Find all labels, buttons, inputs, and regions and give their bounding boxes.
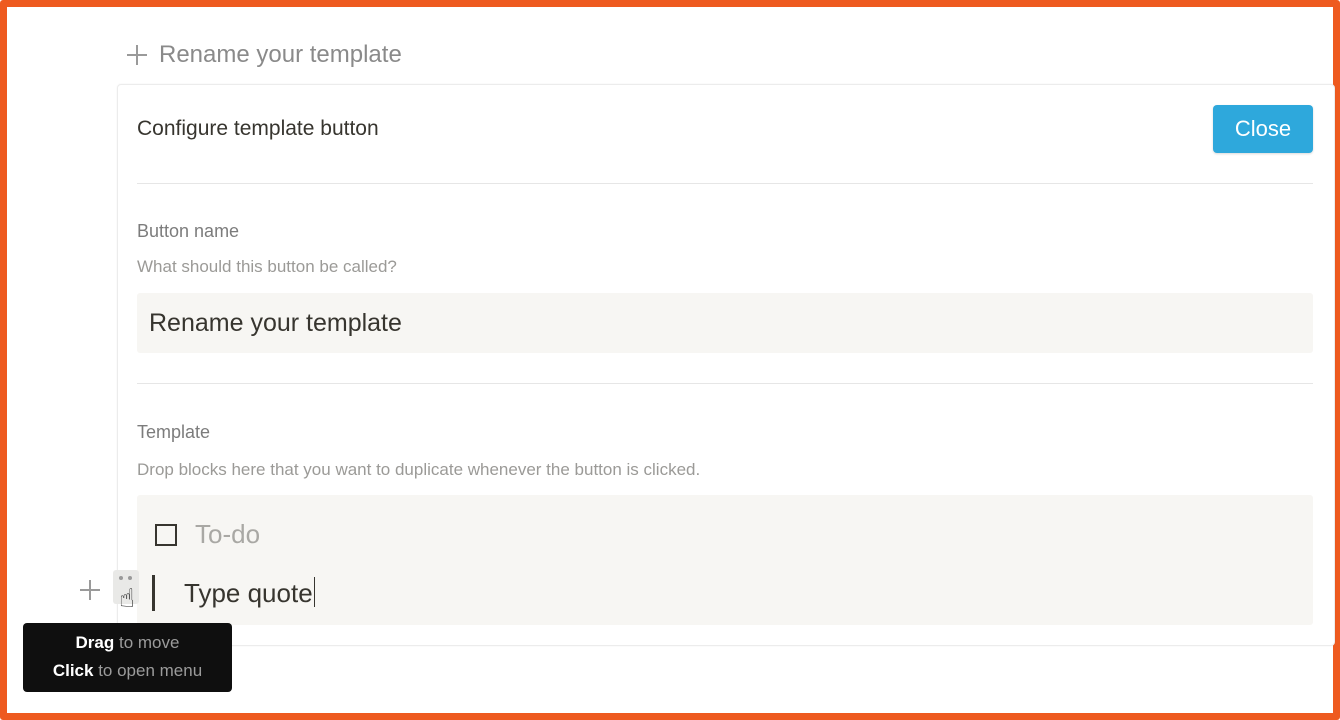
tooltip-line-drag: Drag to move: [23, 629, 232, 657]
drag-dot: [128, 576, 132, 580]
template-button-label: Rename your template: [159, 41, 402, 68]
screen-frame: Rename your template Configure template …: [0, 0, 1340, 720]
tooltip-click-rest: to open menu: [93, 661, 203, 680]
template-button[interactable]: Rename your template: [125, 41, 402, 69]
add-block-plus-icon[interactable]: [78, 578, 102, 602]
checkbox[interactable]: [155, 523, 177, 546]
tooltip-drag-bold: Drag: [75, 633, 115, 652]
plus-icon: [125, 43, 149, 67]
drag-handle-icon[interactable]: [113, 570, 139, 604]
quote-bar: [152, 575, 155, 611]
todo-block[interactable]: To-do: [155, 519, 260, 550]
configure-template-panel: Configure template button Close Button n…: [117, 84, 1335, 646]
close-button[interactable]: Close: [1213, 105, 1313, 153]
button-name-description: What should this button be called?: [137, 257, 397, 276]
quote-block[interactable]: Type quote: [184, 577, 316, 609]
template-label: Template: [137, 422, 211, 442]
quote-text: Type quote: [184, 578, 313, 608]
tooltip-line-click: Click to open menu: [23, 657, 232, 685]
button-name-input[interactable]: [137, 293, 1313, 353]
text-caret: [313, 577, 316, 607]
drag-tooltip: Drag to move Click to open menu: [23, 623, 232, 692]
drag-dot: [119, 576, 123, 580]
template-drop-area[interactable]: To-do Type quote: [137, 495, 1313, 625]
panel-title: Configure template button: [137, 117, 379, 140]
todo-placeholder: To-do: [195, 519, 261, 549]
divider: [137, 183, 1313, 184]
template-description: Drop blocks here that you want to duplic…: [137, 460, 701, 479]
divider: [137, 383, 1313, 384]
button-name-label: Button name: [137, 221, 240, 241]
tooltip-click-bold: Click: [52, 661, 94, 680]
tooltip-drag-rest: to move: [114, 633, 180, 652]
